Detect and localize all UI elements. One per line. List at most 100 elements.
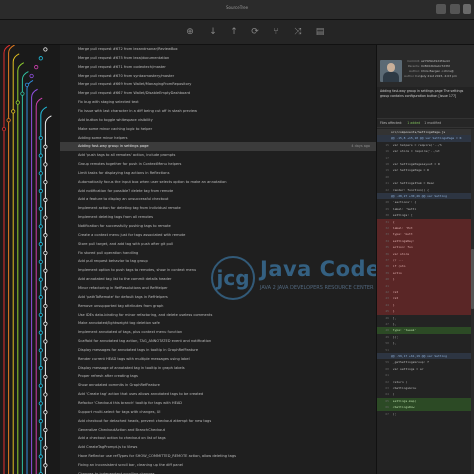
commit-node[interactable] [43,286,48,291]
commit-node[interactable] [43,268,48,273]
commit-row[interactable]: Fix issue with last character in a diff … [60,107,376,116]
commit-hash[interactable]: a27bfbbd9d4f4e4d [421,59,450,63]
commit-row[interactable]: Adding some minor helpers [60,134,376,143]
close-button[interactable] [463,4,471,14]
commit-node[interactable] [38,383,43,388]
commit-node[interactable] [11,109,16,114]
commit-node[interactable] [43,445,48,450]
push-icon[interactable]: ↑ [228,26,240,38]
maximize-button[interactable] [450,4,460,14]
commit-row[interactable]: Add 'push tags to all remotes' action, i… [60,151,376,160]
commit-row[interactable]: Merge pull request #669 from Wallet/Mana… [60,80,376,89]
commit-node[interactable] [38,348,43,353]
commit-node[interactable] [43,250,48,256]
commit-row[interactable]: Merge pull request #671 from codextech/m… [60,63,376,72]
commit-row[interactable]: Merge pull request #672 from lexandrsona… [60,45,376,54]
commit-node[interactable] [15,100,20,105]
commit-node[interactable] [43,463,48,468]
commit-node[interactable] [38,330,43,335]
commit-node[interactable] [38,419,43,424]
commit-node[interactable] [43,144,48,149]
commit-node[interactable] [43,47,48,52]
commit-row[interactable]: Generalize CheckoutAction and BranchChec… [60,426,376,435]
commit-node[interactable] [43,162,48,167]
commit-row[interactable]: Implement annotated of tags, plus contex… [60,328,376,337]
commit-row[interactable]: Display message of annotated tag in tool… [60,364,376,373]
files-added-badge[interactable]: 1 added [407,121,420,125]
commit-row[interactable]: Proper refresh after creating tags [60,372,376,381]
commit-row[interactable]: Merge pull request #670 from syntaxmaste… [60,72,376,81]
commit-row[interactable]: Automatically focus the input box when u… [60,178,376,187]
fetch-icon[interactable]: ⟳ [249,26,261,38]
commit-node[interactable] [38,277,43,282]
commit-row[interactable]: Store pull target, and add tag with push… [60,240,376,249]
parent-hash[interactable]: 0c800db9a4c7d3f2 [421,64,450,68]
commit-row[interactable]: Make some minor caching logic to helper [60,125,376,134]
commit-node[interactable] [38,365,43,371]
commit-node[interactable] [43,321,48,326]
commit-node[interactable] [1,126,7,132]
minimize-button[interactable] [436,4,446,14]
commit-node[interactable] [43,197,48,202]
commit-node[interactable] [43,180,48,185]
commit-row[interactable]: Fix bug with staging selected text [60,98,376,107]
commit-row[interactable]: Add 'Create tag' action that uses allows… [60,390,376,399]
commit-node[interactable] [38,224,43,229]
commit-icon[interactable]: ⊕ [184,26,196,38]
commit-row[interactable]: Add checkout for detached heads, prevent… [60,417,376,426]
commit-node[interactable] [34,65,39,70]
pull-icon[interactable]: ↓ [207,26,219,38]
commit-node[interactable] [43,427,48,433]
commit-node[interactable] [38,206,43,211]
commit-row[interactable]: Merge pull request #667 from Wallet/Disa… [60,89,376,98]
commit-row[interactable]: Add CreateTagPrompt.js to Views [60,443,376,452]
commit-list[interactable]: Merge pull request #672 from lexandrsona… [60,45,376,474]
diff-view[interactable]: src/components/SettingsPage.js @@ -15,8 +… [377,129,474,474]
commit-row[interactable]: Add a checkout action to checkout on lis… [60,434,376,443]
commit-node[interactable] [20,91,25,96]
commit-row[interactable]: Implement action for deleting tag from i… [60,204,376,213]
commit-node[interactable] [38,153,43,158]
commit-node[interactable] [38,56,43,61]
commit-node[interactable] [43,392,48,397]
commit-graph[interactable] [0,45,60,474]
commit-node[interactable] [38,401,43,406]
commit-node[interactable] [38,295,43,300]
commit-row[interactable]: Notification for successfully pushing ta… [60,222,376,231]
commit-row[interactable]: Limit tasks for displaying tag actions i… [60,169,376,178]
commit-row[interactable]: Scaffold for annotated tag action, TAG_A… [60,337,376,346]
commit-row[interactable]: Add button to toggle whitespace visibili… [60,116,376,125]
commit-node[interactable] [38,436,43,441]
files-modified-badge[interactable]: 1 modified [424,121,441,125]
commit-node[interactable] [38,242,43,247]
commit-node[interactable] [29,73,34,79]
commit-row[interactable]: Changes to independent scrolling changes [60,470,376,474]
commit-row[interactable]: Use IDEs data-binding for minor refactor… [60,311,376,320]
commit-node[interactable] [43,233,48,238]
commit-row[interactable]: Show annotated commits in GraphRefFeatur… [60,381,376,390]
commit-node[interactable] [43,303,48,309]
commit-node[interactable] [38,454,43,459]
commit-node[interactable] [38,188,43,194]
commit-row[interactable]: Merge pull request #675 from lexa/docume… [60,54,376,63]
commit-row[interactable]: Add a feature to display an unsuccessful… [60,195,376,204]
commit-row[interactable]: Render current HEAD tags with multiple m… [60,355,376,364]
commit-row[interactable]: Add notification for possible? delete ta… [60,187,376,196]
branch-icon[interactable]: ⑂ [270,26,282,38]
commit-node[interactable] [38,312,43,318]
commit-row[interactable]: Display messages for annotated tags in t… [60,346,376,355]
commit-row[interactable]: Support multi-select for tags with chang… [60,408,376,417]
commit-node[interactable] [38,259,43,264]
commit-row[interactable]: Refactor 'Checkout this branch' tooltip … [60,399,376,408]
commit-row[interactable]: Adding fast-way group in settings page 4 … [60,142,376,152]
commit-row[interactable]: Make annotated/lightweight tag deletion … [60,319,376,328]
commit-row[interactable]: Group remotes together for push in Conte… [60,160,376,169]
merge-icon[interactable]: ⤨ [292,26,304,38]
commit-node[interactable] [6,118,11,123]
commit-node[interactable] [43,410,48,415]
commit-node[interactable] [43,374,48,379]
commit-node[interactable] [38,135,43,141]
commit-row[interactable]: Create a context menu just for tags asso… [60,231,376,240]
commit-row[interactable]: Have Reflector use refTypes for SHOW_COM… [60,452,376,461]
commit-node[interactable] [43,357,48,362]
